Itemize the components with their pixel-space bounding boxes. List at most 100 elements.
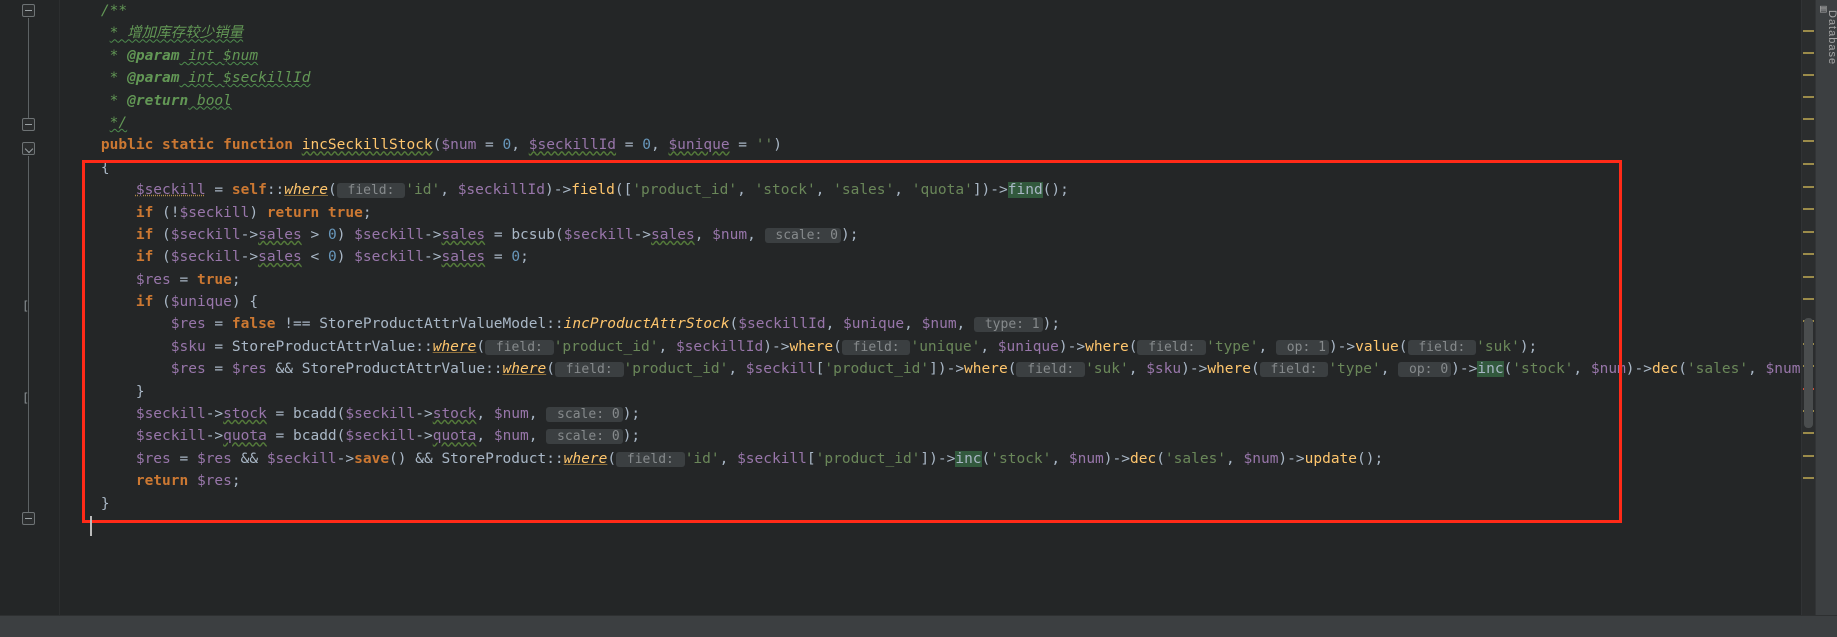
code-token: (: [1398, 338, 1408, 355]
error-stripe-mark[interactable]: [1803, 118, 1814, 120]
code-line[interactable]: if ($seckill->sales > 0) $seckill->sales…: [60, 224, 1660, 246]
code-token: where: [563, 450, 608, 467]
code-token: $num: [1590, 361, 1626, 378]
code-line[interactable]: $seckill->stock = bcadd($seckill->stock,…: [60, 403, 1660, 425]
code-content-area[interactable]: /** * 增加库存较少销量 * @param int $num * @para…: [60, 0, 1801, 637]
code-token: $seckill: [135, 406, 206, 423]
code-line[interactable]: * @param int $num: [60, 45, 1660, 67]
code-token: ,: [747, 226, 765, 243]
code-token: */: [109, 114, 128, 131]
code-line[interactable]: if ($seckill->sales < 0) $seckill->sales…: [60, 246, 1660, 268]
code-token: $num: [1068, 450, 1104, 467]
code-token: @param: [127, 70, 180, 87]
error-stripe-mark[interactable]: [1803, 163, 1814, 165]
code-token: ,: [528, 406, 547, 423]
code-token: =: [476, 137, 503, 154]
code-line[interactable]: return $res;: [60, 470, 1660, 492]
code-token: 'sales': [1686, 361, 1749, 378]
code-line[interactable]: $res = true;: [60, 269, 1660, 291]
error-stripe-mark[interactable]: [1803, 276, 1814, 278]
code-token: sales: [258, 226, 302, 243]
code-token: ->: [205, 428, 224, 445]
code-token: (: [1503, 361, 1513, 378]
code-line[interactable]: $res = $res && $seckill->save() && Store…: [60, 448, 1660, 470]
code-token: ): [336, 249, 355, 266]
error-stripe-mark[interactable]: [1803, 231, 1814, 233]
inline-parameter-hint: scale: 0: [764, 227, 841, 243]
code-line[interactable]: $sku = StoreProductAttrValue::where( fie…: [60, 336, 1660, 358]
brace-match-marker-1: [: [22, 299, 30, 313]
code-token: ,: [1051, 450, 1069, 467]
tool-window-tab-database[interactable]: Database: [1816, 10, 1837, 65]
error-stripe-mark[interactable]: [1803, 208, 1814, 210]
code-token: )->: [1103, 450, 1130, 467]
code-token: =: [485, 249, 512, 266]
code-token: 'suk': [1085, 361, 1129, 378]
code-line[interactable]: if (!$seckill) return true;: [60, 202, 1660, 224]
code-token: *: [109, 92, 128, 109]
code-token: &&: [266, 361, 302, 378]
fold-collapse-method-icon[interactable]: [22, 142, 35, 155]
error-stripe-mark[interactable]: [1803, 455, 1814, 457]
error-stripe-mark[interactable]: [1803, 52, 1814, 54]
code-line[interactable]: */: [60, 112, 1660, 134]
editor-folding-gutter[interactable]: [ [: [0, 0, 60, 637]
code-line[interactable]: $seckill = self::where( field: 'id', $se…: [60, 179, 1660, 201]
error-stripe-mark[interactable]: [1803, 432, 1814, 434]
fold-collapse-docblock-end-icon[interactable]: [22, 118, 35, 131]
code-token: find: [1007, 182, 1043, 199]
error-stripe-mark[interactable]: [1803, 186, 1814, 188]
code-line[interactable]: {: [60, 157, 1660, 179]
code-line[interactable]: if ($unique) {: [60, 291, 1660, 313]
code-token: sales: [258, 249, 302, 266]
code-editor[interactable]: [ [ /** * 增加库存较少销量 * @param int $num * @…: [0, 0, 1837, 637]
code-line[interactable]: * @return bool: [60, 90, 1660, 112]
code-token: (: [1156, 450, 1165, 467]
fold-collapse-method-end-icon[interactable]: [22, 512, 35, 525]
error-stripe-mark[interactable]: [1803, 96, 1814, 98]
code-line[interactable]: }: [60, 381, 1660, 403]
error-stripe-gutter[interactable]: [1801, 0, 1815, 637]
code-line[interactable]: $res = false !== StoreProductAttrValueMo…: [60, 313, 1660, 335]
code-token: 0: [327, 226, 337, 243]
code-token: '': [755, 137, 774, 154]
code-token: int $num: [179, 47, 259, 64]
fold-collapse-docblock-icon[interactable]: [22, 4, 35, 17]
error-stripe-mark[interactable]: [1803, 30, 1814, 32]
code-token: )->: [1328, 338, 1356, 355]
code-line[interactable]: public static function incSeckillStock($…: [60, 134, 1660, 156]
code-token: where: [1207, 361, 1251, 378]
code-token: ,: [1128, 361, 1147, 378]
code-line[interactable]: * 增加库存较少销量: [60, 22, 1660, 44]
code-token: $seckill: [266, 450, 337, 467]
code-token: $unique: [843, 316, 905, 333]
error-stripe-mark[interactable]: [1803, 253, 1814, 255]
code-token: $unique: [668, 137, 730, 154]
error-stripe-mark[interactable]: [1803, 477, 1814, 479]
error-stripe-mark[interactable]: [1803, 140, 1814, 142]
code-token: )->: [1451, 361, 1478, 378]
code-line[interactable]: * @param int $seckillId: [60, 67, 1660, 89]
code-line[interactable]: /**: [60, 0, 1660, 22]
vertical-scrollbar-thumb[interactable]: [1804, 318, 1813, 428]
code-token: (: [554, 226, 564, 243]
code-token: $sku: [1146, 361, 1182, 378]
code-line[interactable]: }: [60, 493, 1660, 515]
code-token: ;: [231, 271, 241, 288]
code-token: ,: [728, 361, 746, 378]
inline-parameter-hint: type: 1: [974, 317, 1043, 333]
code-token: 'product_id': [815, 450, 921, 467]
tool-window-stripe-right[interactable]: ▤ Database: [1815, 0, 1837, 637]
fold-region-line: [28, 18, 29, 118]
code-line[interactable]: $res = $res && StoreProductAttrValue::wh…: [60, 358, 1801, 380]
code-token: ,: [980, 338, 998, 355]
error-stripe-mark[interactable]: [1803, 298, 1814, 300]
code-token: $num: [1765, 361, 1801, 378]
code-line[interactable]: $seckill->quota = bcadd($seckill->quota,…: [60, 425, 1660, 447]
error-stripe-mark[interactable]: [1803, 74, 1814, 76]
code-token: () &&: [389, 450, 442, 467]
